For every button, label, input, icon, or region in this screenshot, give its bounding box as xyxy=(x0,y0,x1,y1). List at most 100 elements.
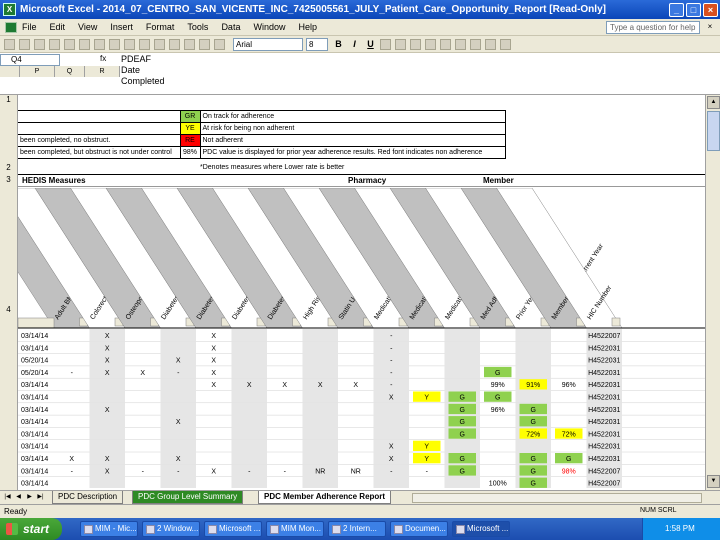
system-tray: 1:58 PM xyxy=(642,518,720,540)
legend-note xyxy=(18,110,181,123)
help-search-input[interactable]: Type a question for help xyxy=(606,20,700,34)
cell-value: G xyxy=(495,370,500,377)
date-column-header xyxy=(18,317,55,329)
scroll-thumb[interactable] xyxy=(707,111,720,151)
tab-first-icon[interactable]: |◀ xyxy=(3,493,12,502)
maximize-button[interactable]: □ xyxy=(686,2,701,17)
align-left-icon[interactable] xyxy=(380,38,391,50)
cell-value: 72% xyxy=(562,431,576,438)
print-icon[interactable] xyxy=(49,38,60,50)
paste-icon[interactable] xyxy=(124,38,135,50)
align-right-icon[interactable] xyxy=(410,38,421,50)
horizontal-scrollbar[interactable] xyxy=(412,493,702,503)
close-workbook-icon[interactable]: × xyxy=(704,21,716,33)
row-date: 03/14/14 xyxy=(21,407,48,414)
title-bar: X Microsoft Excel - 2014_07_CENTRO_SAN_V… xyxy=(0,0,720,19)
cell-shade xyxy=(373,402,409,416)
data-grid[interactable]: Adult BMI Assessment StatusColorectal Ca… xyxy=(18,188,705,488)
cell-value: X xyxy=(282,382,287,389)
borders-icon[interactable] xyxy=(470,38,481,50)
row-date: 05/20/14 xyxy=(21,358,48,365)
worksheet[interactable]: 1 2 3 4 GR On track for adherence YE At … xyxy=(0,95,705,490)
cell-shade xyxy=(373,415,409,428)
align-center-icon[interactable] xyxy=(395,38,406,50)
start-button[interactable]: start xyxy=(0,518,62,540)
cell-value: X xyxy=(176,419,181,426)
italic-button[interactable]: I xyxy=(349,39,360,50)
cell-shade xyxy=(302,427,338,440)
taskbar-item-active[interactable]: Microsoft ... xyxy=(452,521,510,537)
cut-icon[interactable] xyxy=(94,38,105,50)
cell-value: X xyxy=(105,468,110,475)
cell-value: X xyxy=(105,345,110,352)
new-icon[interactable] xyxy=(4,38,15,50)
zoom-icon[interactable] xyxy=(214,38,225,50)
menu-window[interactable]: Window xyxy=(253,22,285,32)
row-header[interactable]: 2 xyxy=(0,163,17,172)
tab-prev-icon[interactable]: ◀ xyxy=(14,493,23,502)
row-header[interactable]: 1 xyxy=(0,95,17,104)
name-box[interactable]: Q4 xyxy=(0,54,60,66)
redo-icon[interactable] xyxy=(154,38,165,50)
row-header[interactable]: 3 xyxy=(0,175,17,184)
bold-button[interactable]: B xyxy=(333,39,344,50)
fill-color-icon[interactable] xyxy=(485,38,496,50)
formula-content[interactable]: PDEAF Date Completed xyxy=(121,54,165,87)
undo-icon[interactable] xyxy=(139,38,150,50)
underline-button[interactable]: U xyxy=(365,39,376,50)
cell-value: X xyxy=(176,456,181,463)
percent-icon[interactable] xyxy=(455,38,466,50)
scroll-down-icon[interactable]: ▼ xyxy=(707,475,720,488)
menu-insert[interactable]: Insert xyxy=(110,22,133,32)
menu-format[interactable]: Format xyxy=(146,22,175,32)
font-name-select[interactable]: Arial xyxy=(233,37,303,51)
close-button[interactable]: × xyxy=(703,2,718,17)
cell-shade xyxy=(89,390,125,403)
currency-icon[interactable] xyxy=(440,38,451,50)
row-header[interactable]: 4 xyxy=(0,305,17,314)
sum-icon[interactable] xyxy=(169,38,180,50)
taskbar-item[interactable]: MIM Mon... xyxy=(266,521,324,537)
menu-view[interactable]: View xyxy=(78,22,97,32)
copy-icon[interactable] xyxy=(109,38,120,50)
cell-shade xyxy=(515,365,551,379)
workbook-icon[interactable] xyxy=(5,21,17,33)
window-title: Microsoft Excel - 2014_07_CENTRO_SAN_VIC… xyxy=(20,4,606,15)
tab-pdc-description[interactable]: PDC Description xyxy=(52,491,124,504)
legend-swatch-yellow: YE xyxy=(179,122,201,135)
save-icon[interactable] xyxy=(34,38,45,50)
column-header-r[interactable]: R xyxy=(85,66,120,77)
spelling-icon[interactable] xyxy=(79,38,90,50)
taskbar-item[interactable]: 2 Window... xyxy=(142,521,200,537)
tab-next-icon[interactable]: ▶ xyxy=(25,493,34,502)
menu-help[interactable]: Help xyxy=(298,22,317,32)
sort-icon[interactable] xyxy=(184,38,195,50)
column-header-q[interactable]: Q xyxy=(55,66,85,77)
merge-icon[interactable] xyxy=(425,38,436,50)
corner-select-all[interactable] xyxy=(0,66,20,77)
menu-file[interactable]: File xyxy=(22,22,37,32)
cell-value: H4522031 xyxy=(588,407,620,414)
menu-data[interactable]: Data xyxy=(221,22,240,32)
scroll-up-icon[interactable]: ▲ xyxy=(707,96,720,109)
menu-edit[interactable]: Edit xyxy=(50,22,66,32)
font-color-icon[interactable] xyxy=(500,38,511,50)
taskbar-item[interactable]: Microsoft ... xyxy=(204,521,262,537)
cell-value: X xyxy=(353,382,358,389)
taskbar-item[interactable]: MIM - Mic... xyxy=(80,521,138,537)
taskbar-item[interactable]: Documen... xyxy=(390,521,448,537)
menu-tools[interactable]: Tools xyxy=(187,22,208,32)
open-icon[interactable] xyxy=(19,38,30,50)
column-header-p[interactable]: P xyxy=(20,66,55,77)
chart-icon[interactable] xyxy=(199,38,210,50)
fx-icon[interactable]: fx xyxy=(100,54,106,63)
font-size-select[interactable]: 8 xyxy=(306,37,328,51)
taskbar-item[interactable]: 2 Intern... xyxy=(328,521,386,537)
tab-pdc-group-level-summary[interactable]: PDC Group Level Summary xyxy=(132,491,244,504)
minimize-button[interactable]: _ xyxy=(669,2,684,17)
vertical-scrollbar[interactable]: ▲ ▼ xyxy=(705,95,720,490)
cell-value: G xyxy=(531,456,536,463)
preview-icon[interactable] xyxy=(64,38,75,50)
tab-pdc-member-adherence-report[interactable]: PDC Member Adherence Report xyxy=(258,491,392,504)
tab-last-icon[interactable]: ▶| xyxy=(36,493,45,502)
